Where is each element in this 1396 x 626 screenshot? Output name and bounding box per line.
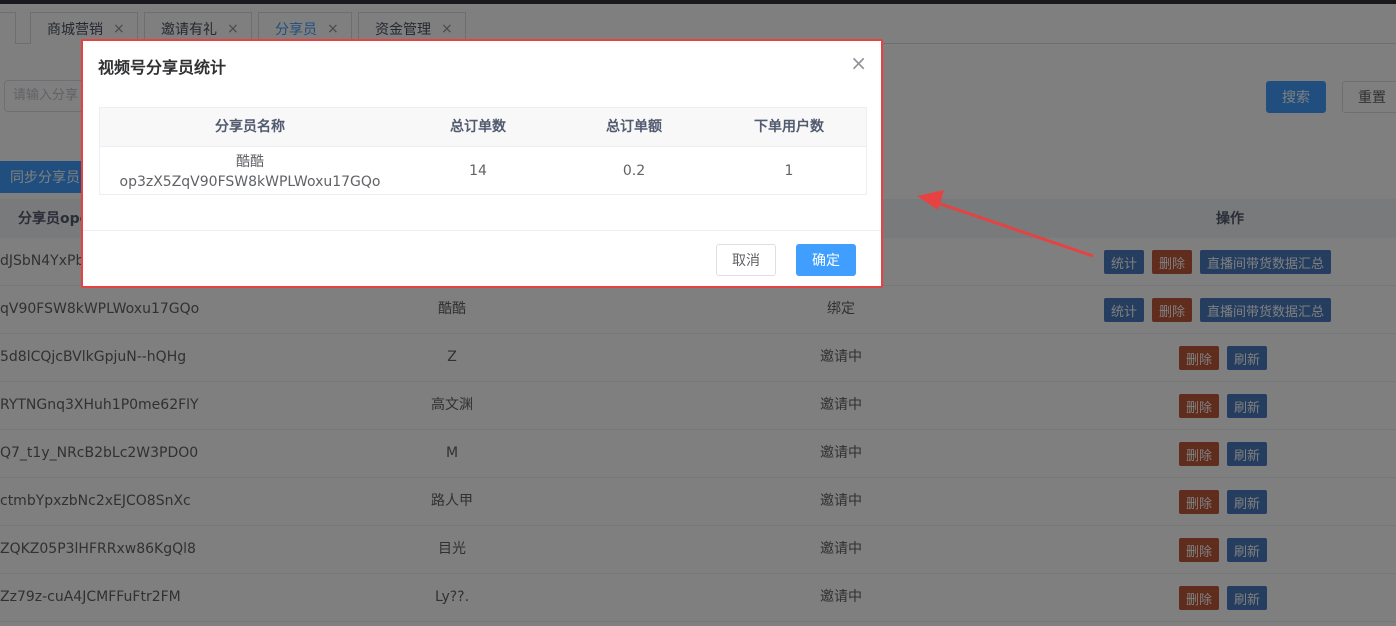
stats-table: 分享员名称 总订单数 总订单额 下单用户数 酷酷 op3zX5ZqV90FSW8…	[99, 107, 867, 195]
cell-order-users: 1	[784, 163, 794, 179]
cancel-button[interactable]: 取消	[716, 244, 776, 276]
dialog-footer: 取消 确定	[83, 230, 881, 286]
cell-total-amount: 0.2	[622, 163, 646, 179]
column-header-total-amount: 总订单额	[606, 119, 662, 135]
column-header-sharer-name: 分享员名称	[215, 119, 285, 135]
cell-sharer-name: 酷酷 op3zX5ZqV90FSW8kWPLWoxu17GQo	[100, 152, 400, 192]
cell-total-orders: 14	[469, 163, 487, 179]
column-header-total-orders: 总订单数	[450, 119, 506, 135]
column-header-order-users: 下单用户数	[754, 119, 824, 135]
stats-table-header: 分享员名称 总订单数 总订单额 下单用户数	[100, 108, 866, 147]
dialog-title: 视频号分享员统计	[98, 58, 227, 77]
confirm-button[interactable]: 确定	[796, 244, 856, 276]
sharer-nickname: 酷酷	[236, 154, 264, 170]
sharer-openid: op3zX5ZqV90FSW8kWPLWoxu17GQo	[119, 174, 381, 190]
sharer-stats-dialog: 视频号分享员统计 × 分享员名称 总订单数 总订单额 下单用户数 酷酷 op3z…	[81, 39, 883, 288]
close-icon[interactable]: ×	[850, 51, 867, 75]
